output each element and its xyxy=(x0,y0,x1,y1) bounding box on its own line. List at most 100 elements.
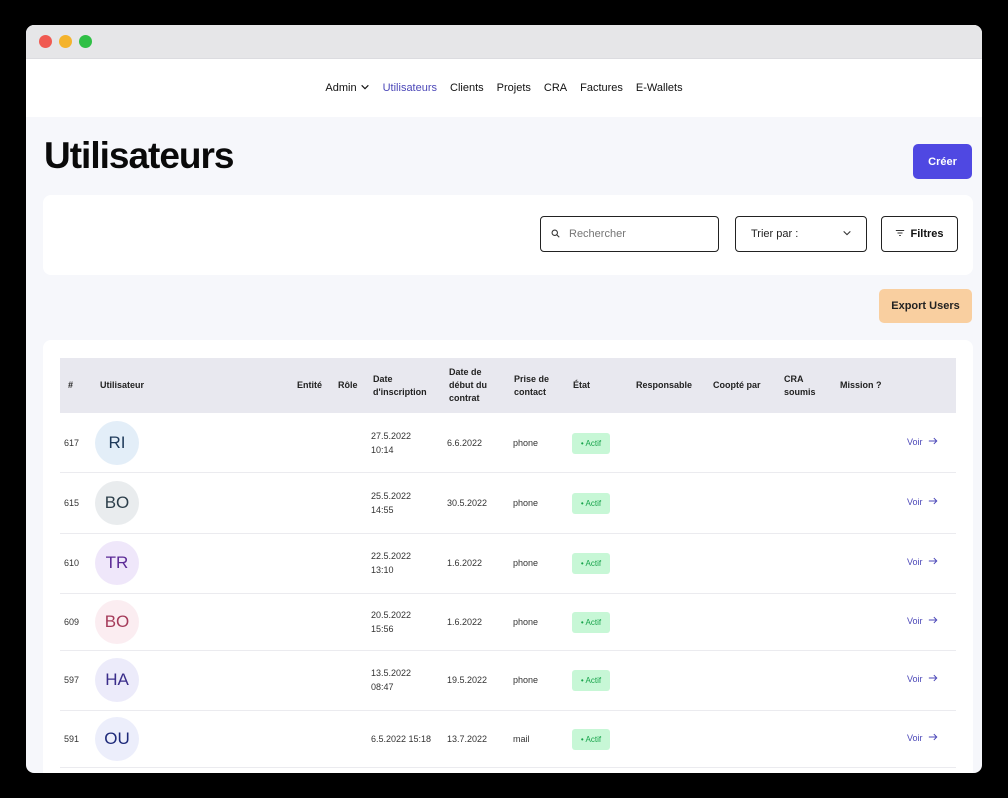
contact-method: phone xyxy=(513,497,539,508)
signup-date: 25.5.2022 14:55 xyxy=(371,490,412,515)
arrow-right-icon xyxy=(928,615,938,627)
nav-item-factures[interactable]: Factures xyxy=(580,82,623,94)
view-link-label: Voir xyxy=(907,496,923,507)
header-user: Utilisateur xyxy=(100,380,145,390)
signup-date: 20.5.2022 15:56 xyxy=(371,609,412,634)
status-badge: • Actif xyxy=(572,432,610,454)
search-input[interactable] xyxy=(567,227,711,241)
nav-item-label: Clients xyxy=(450,82,484,94)
view-link[interactable]: Voir xyxy=(907,673,938,685)
row-id: 609 xyxy=(64,616,80,627)
status-badge: • Actif xyxy=(572,553,610,574)
contract-start-date: 1.6.2022 xyxy=(447,616,483,627)
contact-method: phone xyxy=(513,675,539,685)
table-row: 609 BO 20.5.2022 15:56 1.6.2022 phone • Actif… xyxy=(60,593,956,651)
top-navigation: Admin Utilisateurs Clients Projets CRA Factur… xyxy=(26,59,982,117)
nav-item-label: Projets xyxy=(496,82,531,94)
table-header: # Utilisateur Entité Rôle Date d'inscrip… xyxy=(60,358,956,413)
export-users-button[interactable]: Export Users xyxy=(879,289,972,323)
table-row: 615 BO 25.5.2022 14:55 30.5.2022 phone • Acti… xyxy=(60,472,956,534)
nav-item-e-wallets[interactable]: E-Wallets xyxy=(636,82,683,94)
table-row: 617 RI 27.5.2022 10:14 6.6.2022 phone • Actif… xyxy=(60,413,956,473)
table-row: 591 OU 6.5.2022 15:18 13.7.2022 mail • Actif V… xyxy=(60,710,956,768)
row-id: 615 xyxy=(64,497,80,508)
nav-item-label: E-Wallets xyxy=(635,82,683,94)
minimize-window-button[interactable] xyxy=(59,35,72,48)
contact-method: phone xyxy=(513,437,539,448)
arrow-right-icon xyxy=(928,436,938,448)
view-link[interactable]: Voir xyxy=(907,496,938,508)
signup-date: 27.5.2022 10:14 xyxy=(371,430,412,455)
view-link-label: Voir xyxy=(907,732,923,743)
chevron-down-icon xyxy=(842,228,852,241)
app-window: Admin Utilisateurs Clients Projets CRA Factur… xyxy=(26,25,982,773)
view-link[interactable]: Voir xyxy=(907,556,938,568)
filters-label: Filtres xyxy=(910,228,944,240)
table-row: 610 TR 22.5.2022 13:10 1.6.2022 phone • Actif… xyxy=(60,533,956,594)
contact-method: phone xyxy=(513,558,539,568)
arrow-right-icon xyxy=(928,556,938,568)
row-id: 597 xyxy=(64,675,80,685)
view-link[interactable]: Voir xyxy=(907,436,938,448)
view-link-label: Voir xyxy=(907,615,923,626)
nav-item-projets[interactable]: Projets xyxy=(497,82,531,94)
signup-date: 22.5.2022 13:10 xyxy=(371,551,412,575)
users-table: # Utilisateur Entité Rôle Date d'inscrip… xyxy=(43,340,973,773)
arrow-right-icon xyxy=(928,673,938,685)
header-state: État xyxy=(573,380,591,390)
nav-item-admin[interactable]: Admin xyxy=(325,82,369,95)
filter-icon xyxy=(895,228,905,241)
avatar: BO xyxy=(95,480,139,525)
header-mission: Mission ? xyxy=(840,380,882,390)
contract-start-date: 13.7.2022 xyxy=(447,733,488,744)
nav-item-cra[interactable]: CRA xyxy=(544,82,567,94)
row-id: 610 xyxy=(64,558,80,568)
maximize-window-button[interactable] xyxy=(79,35,92,48)
view-link[interactable]: Voir xyxy=(907,615,938,627)
chevron-down-icon xyxy=(360,82,370,95)
contract-start-date: 6.6.2022 xyxy=(447,437,483,448)
nav-item-label: Factures xyxy=(580,82,623,94)
avatar: TR xyxy=(95,541,139,585)
header-cra-submitted: CRA soumis xyxy=(784,373,816,397)
avatar: RI xyxy=(95,420,139,465)
arrow-right-icon xyxy=(928,732,938,744)
contract-start-date: 19.5.2022 xyxy=(447,675,488,685)
avatar: BO xyxy=(95,599,139,644)
signup-date: 6.5.2022 15:18 xyxy=(371,733,432,744)
header-manager: Responsable xyxy=(636,380,693,390)
close-window-button[interactable] xyxy=(39,35,52,48)
contact-method: mail xyxy=(513,733,530,744)
view-link-label: Voir xyxy=(907,436,923,447)
table-row: 597 HA 13.5.2022 08:47 19.5.2022 phone • Acti… xyxy=(60,650,956,711)
title-bar xyxy=(26,25,982,59)
header-contact: Prise de contact xyxy=(514,373,550,397)
status-badge: • Actif xyxy=(572,728,610,750)
create-button[interactable]: Créer xyxy=(913,144,972,179)
nav-item-utilisateurs[interactable]: Utilisateurs xyxy=(383,82,437,94)
status-badge: • Actif xyxy=(572,670,610,691)
view-link[interactable]: Voir xyxy=(907,732,938,744)
nav-item-label: CRA xyxy=(543,82,568,94)
sort-label: Trier par : xyxy=(751,228,799,240)
status-badge: • Actif xyxy=(572,492,610,514)
header-signup-date: Date d'inscription xyxy=(373,373,427,397)
nav-item-label: Utilisateurs xyxy=(382,82,438,94)
row-id: 617 xyxy=(64,437,80,448)
arrow-right-icon xyxy=(928,496,938,508)
nav-item-clients[interactable]: Clients xyxy=(450,82,484,94)
contract-start-date: 1.6.2022 xyxy=(447,558,483,568)
header-number: # xyxy=(68,380,74,390)
view-link-label: Voir xyxy=(907,557,923,567)
filters-button[interactable]: Filtres xyxy=(881,216,958,252)
sort-select[interactable]: Trier par : xyxy=(735,216,867,252)
contact-method: phone xyxy=(513,616,539,627)
nav-item-label: Admin xyxy=(325,82,357,94)
contract-start-date: 30.5.2022 xyxy=(447,497,488,508)
search-icon xyxy=(551,225,560,243)
status-badge: • Actif xyxy=(572,611,610,633)
view-link-label: Voir xyxy=(907,674,923,684)
row-id: 591 xyxy=(64,733,80,744)
filter-bar: Trier par : Filtres xyxy=(43,195,973,275)
search-field[interactable] xyxy=(540,216,719,252)
